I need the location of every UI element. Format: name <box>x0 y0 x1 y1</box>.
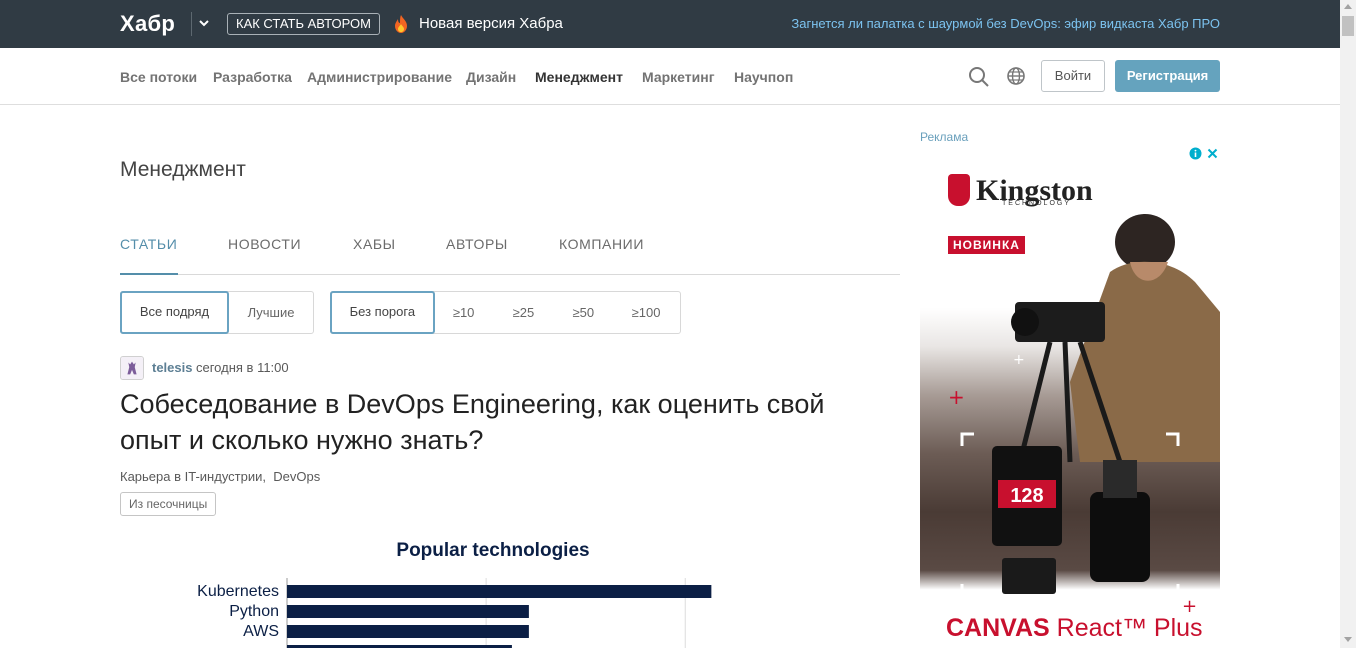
threshold-filter: Без порога ≥10 ≥25 ≥50 ≥100 <box>330 291 681 334</box>
scroll-up-arrow-icon[interactable] <box>1344 4 1352 9</box>
filter-threshold-25[interactable]: ≥25 <box>493 292 555 333</box>
chart-bar <box>287 605 529 618</box>
svg-text:128: 128 <box>1010 485 1043 507</box>
tab-authors[interactable]: АВТОРЫ <box>446 236 508 275</box>
register-button[interactable]: Регистрация <box>1115 60 1220 92</box>
ad-banner[interactable]: Kingston TECHNOLOGY НОВИНКА 128 + + + CA… <box>920 162 1220 648</box>
filter-threshold-50[interactable]: ≥50 <box>554 292 612 333</box>
ad-photo: 128 + + + <box>948 214 1220 617</box>
avatar[interactable] <box>120 356 144 380</box>
topbar: Хабр КАК СТАТЬ АВТОРОМ Новая версия Хабр… <box>0 0 1340 48</box>
filter-no-threshold[interactable]: Без порога <box>330 291 435 334</box>
ad-product-rest: React™ Plus <box>1049 614 1203 642</box>
page-title: Менеджмент <box>120 158 246 181</box>
hub-tabs: СТАТЬИ НОВОСТИ ХАБЫ АВТОРЫ КОМПАНИИ <box>120 236 900 275</box>
login-button[interactable]: Войти <box>1041 60 1105 92</box>
nav-item-marketing[interactable]: Маркетинг <box>642 69 715 85</box>
scrollbar[interactable] <box>1340 0 1356 648</box>
nav-item-popsci[interactable]: Научпоп <box>734 69 793 85</box>
svg-text:+: + <box>948 385 965 409</box>
sandbox-badge[interactable]: Из песочницы <box>120 492 217 516</box>
fire-icon <box>395 15 407 33</box>
tab-articles[interactable]: СТАТЬИ <box>120 236 178 275</box>
how-to-become-author-button[interactable]: КАК СТАТЬ АВТОРОМ <box>227 13 380 35</box>
author-name[interactable]: telesis <box>152 360 192 375</box>
scroll-down-arrow-icon[interactable] <box>1344 637 1352 642</box>
post-time: сегодня в 11:00 <box>196 360 289 375</box>
tab-hubs[interactable]: ХАБЫ <box>353 236 396 275</box>
post-hub-link[interactable]: DevOps <box>273 469 320 484</box>
hub-separator: , <box>262 469 274 484</box>
nav-item-development[interactable]: Разработка <box>213 69 292 85</box>
tab-news[interactable]: НОВОСТИ <box>228 236 301 275</box>
search-icon[interactable] <box>968 66 990 88</box>
chart-bar <box>287 625 529 638</box>
ad-product-bold: CANVAS <box>946 614 1050 642</box>
chart-category-label: Kubernetes <box>197 583 279 600</box>
post-chart: Popular technologies Kubernetes Python AWS <box>140 540 846 648</box>
nav-item-design[interactable]: Дизайн <box>466 69 516 85</box>
page: Хабр КАК СТАТЬ АВТОРОМ Новая версия Хабр… <box>0 0 1356 648</box>
filter-threshold-100[interactable]: ≥100 <box>612 292 680 333</box>
tab-companies[interactable]: КОМПАНИИ <box>559 236 644 275</box>
new-version-link[interactable]: Новая версия Хабра <box>419 15 563 32</box>
logo-divider <box>191 12 192 36</box>
chart-category-label: Python <box>229 603 279 620</box>
chevron-down-icon[interactable] <box>197 16 211 30</box>
promo-link[interactable]: Загнется ли палатка с шаурмой без DevOps… <box>791 16 1220 31</box>
ad-label: Реклама <box>920 130 969 144</box>
main-nav: Все потоки Разработка Администрирование … <box>0 48 1340 105</box>
chart-svg: Popular technologies Kubernetes Python AWS <box>197 540 712 648</box>
close-icon[interactable] <box>1205 146 1220 161</box>
svg-text:+: + <box>1013 352 1025 368</box>
nav-item-management[interactable]: Менеджмент <box>535 69 623 85</box>
nav-item-administration[interactable]: Администрирование <box>307 69 452 85</box>
ad-product-name: CANVAS React™ Plus <box>946 614 1203 643</box>
chart-category-label: AWS <box>243 623 279 640</box>
chart-title: Popular technologies <box>396 540 589 561</box>
post-hubs: Карьера в IT-индустрии, DevOps <box>120 469 320 484</box>
info-icon[interactable] <box>1188 146 1203 161</box>
sort-filter: Все подряд Лучшие <box>120 291 314 334</box>
globe-icon[interactable] <box>1006 66 1026 86</box>
post-hub-link[interactable]: Карьера в IT-индустрии <box>120 469 262 484</box>
post-title[interactable]: Собеседование в DevOps Engineering, как … <box>120 386 890 458</box>
filter-threshold-10[interactable]: ≥10 <box>435 292 493 333</box>
chart-bar <box>287 585 712 598</box>
habr-logo[interactable]: Хабр <box>120 11 175 37</box>
scroll-thumb[interactable] <box>1342 16 1354 36</box>
filter-best[interactable]: Лучшие <box>229 292 313 333</box>
filter-all[interactable]: Все подряд <box>120 291 229 334</box>
nav-item-all-flows[interactable]: Все потоки <box>120 69 197 85</box>
